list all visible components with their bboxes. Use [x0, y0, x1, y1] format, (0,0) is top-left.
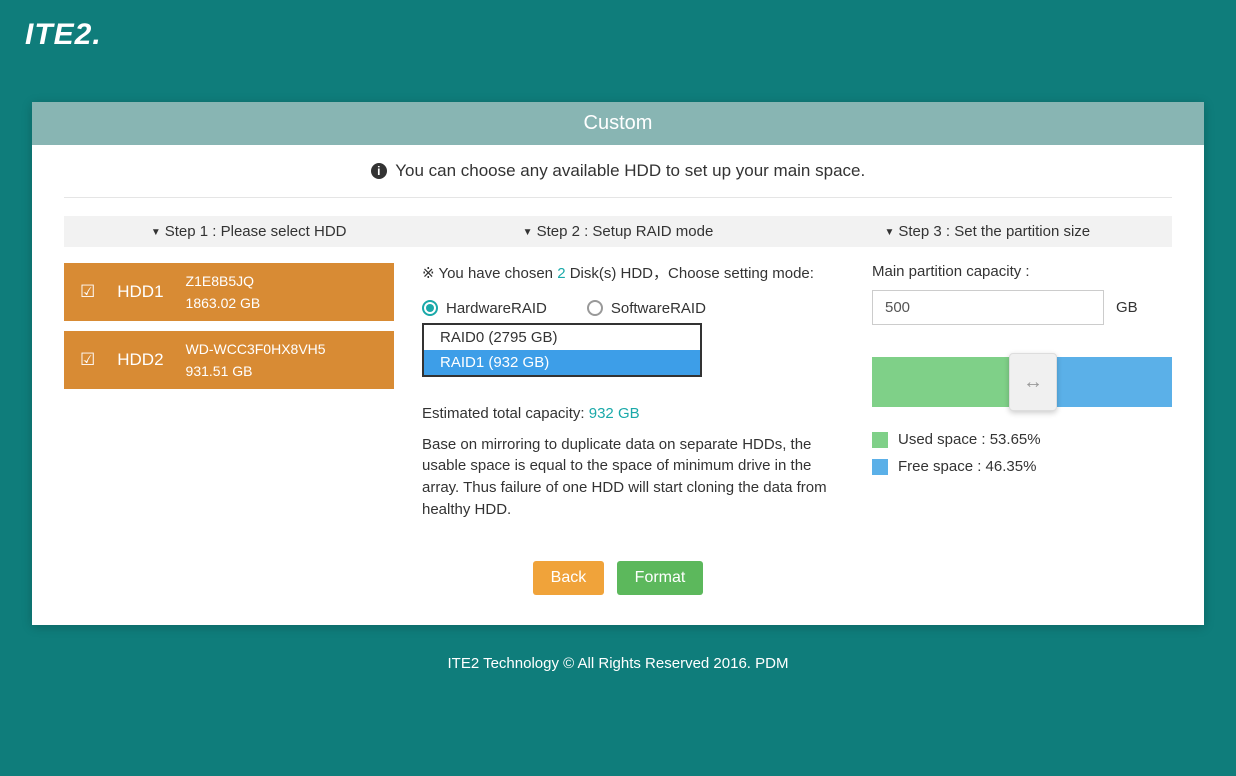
raid-description: Base on mirroring to duplicate data on s…: [422, 434, 844, 521]
chosen-prefix: ※ You have chosen: [422, 265, 557, 282]
panel-title: Custom: [32, 102, 1204, 145]
steps-header-row: ▼ Step 1 : Please select HDD ▼ Step 2 : Se…: [64, 216, 1172, 247]
step3-label: Step 3 : Set the partition size: [898, 223, 1090, 240]
chosen-text: ※ You have chosen 2 Disk(s) HDD，Choose s…: [422, 263, 844, 286]
raid-option[interactable]: RAID0 (2795 GB): [424, 325, 700, 350]
footer-text: ITE2 Technology © All Rights Reserved 20…: [0, 625, 1236, 672]
raid-mode-select[interactable]: RAID0 (2795 GB) RAID1 (932 GB): [422, 323, 702, 377]
radio-checked-icon: [422, 300, 438, 316]
action-buttons: Back Format: [32, 521, 1204, 613]
usage-slider[interactable]: ↔: [872, 357, 1172, 407]
back-button[interactable]: Back: [533, 561, 605, 595]
partition-label: Main partition capacity :: [872, 263, 1172, 280]
hdd-size: 931.51 GB: [186, 363, 326, 379]
hardware-raid-radio[interactable]: HardwareRAID: [422, 300, 547, 317]
step1-header: ▼ Step 1 : Please select HDD: [64, 216, 433, 247]
partition-size-input[interactable]: [872, 290, 1104, 325]
format-button[interactable]: Format: [617, 561, 704, 595]
hdd-size: 1863.02 GB: [186, 295, 261, 311]
raid-option[interactable]: RAID1 (932 GB): [424, 350, 700, 375]
hdd-name: HDD1: [117, 282, 163, 302]
step1-label: Step 1 : Please select HDD: [165, 223, 347, 240]
hw-raid-label: HardwareRAID: [446, 300, 547, 317]
chosen-count: 2: [557, 265, 565, 282]
estimated-capacity: Estimated total capacity: 932 GB: [422, 405, 844, 422]
hdd-serial: WD-WCC3F0HX8VH5: [186, 341, 326, 357]
raid-config: ※ You have chosen 2 Disk(s) HDD，Choose s…: [422, 263, 844, 521]
hdd-item[interactable]: ☑ HDD2 WD-WCC3F0HX8VH5 931.51 GB: [64, 331, 394, 389]
hdd-item[interactable]: ☑ HDD1 Z1E8B5JQ 1863.02 GB: [64, 263, 394, 321]
partition-config: Main partition capacity : GB ↔ Used spac…: [872, 263, 1172, 521]
brand-logo: ITE2.: [0, 0, 1236, 52]
sw-raid-label: SoftwareRAID: [611, 300, 706, 317]
drag-icon: ↔: [1023, 371, 1043, 394]
step3-header: ▼ Step 3 : Set the partition size: [803, 216, 1172, 247]
legend-swatch-used: [872, 432, 888, 448]
legend-swatch-free: [872, 459, 888, 475]
step2-label: Step 2 : Setup RAID mode: [537, 223, 714, 240]
est-value: 932 GB: [589, 405, 640, 422]
unit-label: GB: [1116, 299, 1138, 316]
main-panel: Custom i You can choose any available HD…: [32, 102, 1204, 625]
info-text: You can choose any available HDD to set …: [395, 161, 865, 180]
hdd-serial: Z1E8B5JQ: [186, 273, 261, 289]
divider: [64, 197, 1172, 198]
step2-header: ▼ Step 2 : Setup RAID mode: [433, 216, 802, 247]
radio-unchecked-icon: [587, 300, 603, 316]
caret-down-icon: ▼: [884, 227, 894, 238]
software-raid-radio[interactable]: SoftwareRAID: [587, 300, 706, 317]
chosen-suffix: Disk(s) HDD，Choose setting mode:: [566, 265, 814, 282]
info-message: i You can choose any available HDD to se…: [32, 145, 1204, 197]
slider-handle[interactable]: ↔: [1009, 353, 1057, 411]
caret-down-icon: ▼: [151, 227, 161, 238]
info-icon: i: [371, 163, 387, 179]
hdd-list: ☑ HDD1 Z1E8B5JQ 1863.02 GB ☑ HDD2 WD-WCC…: [64, 263, 394, 521]
check-icon: ☑: [80, 282, 95, 302]
caret-down-icon: ▼: [523, 227, 533, 238]
usage-legend: Used space : 53.65% Free space : 46.35%: [872, 431, 1172, 475]
check-icon: ☑: [80, 350, 95, 370]
used-space-label: Used space : 53.65%: [898, 431, 1041, 448]
est-label: Estimated total capacity:: [422, 405, 589, 422]
free-space-label: Free space : 46.35%: [898, 458, 1036, 475]
hdd-name: HDD2: [117, 350, 163, 370]
